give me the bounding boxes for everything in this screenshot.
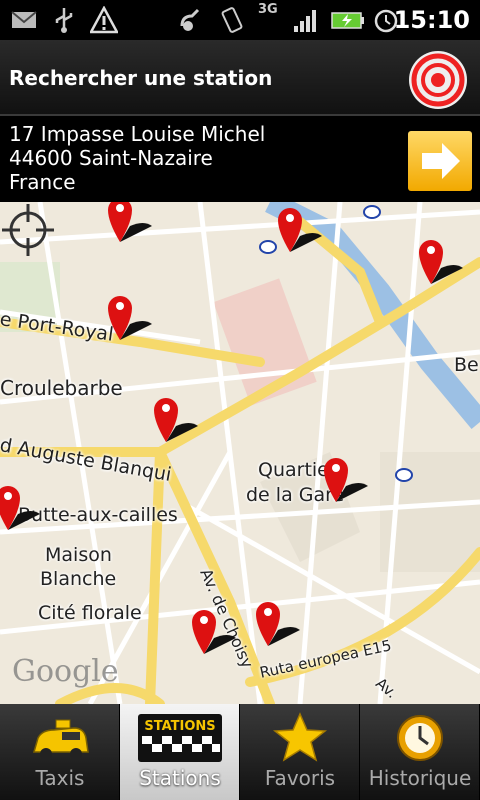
stations-sign-icon: STATIONS: [138, 714, 222, 762]
tab-label: Historique: [368, 766, 472, 790]
station-pin[interactable]: [0, 480, 48, 536]
signal-icon: [294, 10, 316, 32]
station-pin[interactable]: [146, 392, 206, 448]
tab-label: Taxis: [35, 766, 85, 790]
tab-bar: Taxis STATIONS Stations Favoris Historiq…: [0, 704, 480, 800]
tab-taxis[interactable]: Taxis: [0, 704, 120, 800]
usb-icon: [55, 8, 73, 33]
address-country: France: [9, 170, 76, 194]
station-pin[interactable]: [411, 234, 471, 290]
map-label: Blanche: [40, 568, 117, 590]
map-label: Maison: [45, 544, 112, 566]
clock-time: 15:10: [393, 6, 470, 34]
page-title: Rechercher une station: [9, 66, 273, 90]
station-pin[interactable]: [316, 452, 376, 508]
vibrate-icon: [221, 7, 243, 33]
warning-icon: [90, 6, 118, 34]
arrow-right-icon: [422, 143, 460, 179]
history-clock-icon: [397, 715, 443, 761]
star-icon: [272, 712, 328, 762]
locate-target-button[interactable]: [408, 50, 468, 110]
station-pin[interactable]: [100, 202, 160, 248]
map-label: Cité florale: [38, 602, 142, 624]
tab-label: Favoris: [264, 766, 336, 790]
taxi-icon: [33, 719, 89, 760]
tab-stations[interactable]: STATIONS Stations: [120, 704, 240, 800]
crosshair-icon: [2, 204, 54, 256]
battery-charging-icon: [331, 12, 364, 29]
go-button[interactable]: [408, 131, 472, 191]
map-label: Be: [454, 354, 479, 376]
station-pin[interactable]: [270, 202, 330, 258]
station-pin[interactable]: [248, 596, 308, 652]
network-type: 3G: [258, 2, 278, 17]
address-street: 17 Impasse Louise Michel: [9, 122, 266, 146]
map-label: Croulebarbe: [0, 376, 123, 400]
google-logo: Google: [12, 654, 119, 689]
station-pin[interactable]: [100, 290, 160, 346]
stations-sign-text: STATIONS: [144, 719, 215, 734]
address-panel[interactable]: 17 Impasse Louise Michel 44600 Saint-Naz…: [0, 116, 480, 202]
tab-label: Stations: [139, 766, 221, 790]
status-bar: 3G 15:10: [0, 0, 480, 40]
title-bar: Rechercher une station: [0, 40, 480, 116]
tab-historique[interactable]: Historique: [360, 704, 480, 800]
map-view[interactable]: e Port-Royal Croulebarbe d Auguste Blanq…: [0, 202, 480, 704]
address-city: 44600 Saint-Nazaire: [9, 146, 213, 170]
gmail-icon: [11, 11, 37, 28]
tab-favoris[interactable]: Favoris: [240, 704, 360, 800]
station-pin[interactable]: [184, 604, 244, 660]
satellite-icon: [180, 8, 200, 31]
